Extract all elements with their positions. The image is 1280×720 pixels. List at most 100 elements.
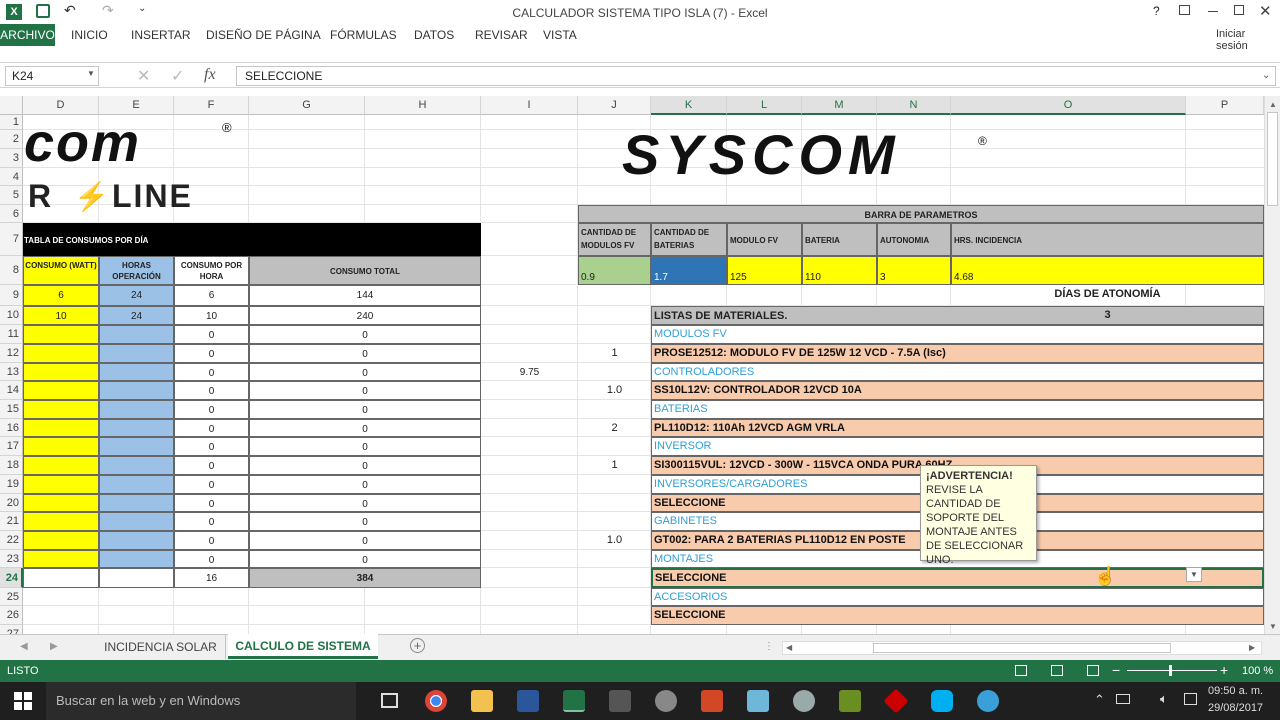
- material-item[interactable]: SELECCIONE: [651, 568, 1264, 588]
- row-header-10[interactable]: 10: [0, 306, 23, 325]
- consumo-cell[interactable]: [23, 381, 99, 400]
- consumo-cell[interactable]: 0: [174, 400, 249, 419]
- material-item[interactable]: PROSE12512: MODULO FV DE 125W 12 VCD - 7…: [651, 344, 1264, 363]
- zoom-in-icon[interactable]: +: [1220, 662, 1228, 678]
- consumo-cell[interactable]: [99, 381, 174, 400]
- consumo-cell[interactable]: [23, 550, 99, 568]
- column-header-o[interactable]: O: [951, 96, 1186, 115]
- row-header-15[interactable]: 15: [0, 400, 23, 419]
- consumo-cell[interactable]: 0: [174, 512, 249, 531]
- name-box[interactable]: K24: [5, 66, 99, 86]
- row-header-20[interactable]: 20: [0, 494, 23, 512]
- scroll-left-icon[interactable]: ◀: [786, 643, 792, 652]
- scroll-up-icon[interactable]: ▲: [1269, 100, 1277, 109]
- material-qty[interactable]: 1.0: [578, 531, 651, 550]
- row-header-14[interactable]: 14: [0, 381, 23, 400]
- zoom-slider[interactable]: [1127, 670, 1217, 671]
- row-header-19[interactable]: 19: [0, 475, 23, 494]
- consumo-cell[interactable]: [23, 494, 99, 512]
- total-empty-cell[interactable]: [99, 568, 174, 588]
- tab-vista[interactable]: VISTA: [543, 28, 577, 42]
- minimize-icon[interactable]: [1208, 11, 1218, 12]
- row-header-6[interactable]: 6: [0, 205, 23, 223]
- consumo-cell[interactable]: 0: [249, 400, 481, 419]
- consumo-cell[interactable]: [23, 531, 99, 550]
- total-hours-cell[interactable]: 16: [174, 568, 249, 588]
- row-header-23[interactable]: 23: [0, 550, 23, 568]
- zoom-level[interactable]: 100 %: [1242, 665, 1273, 677]
- consumo-cell[interactable]: 144: [249, 285, 481, 306]
- column-header-k[interactable]: K: [651, 96, 727, 115]
- consumo-cell[interactable]: 0: [249, 363, 481, 381]
- tab-formulas[interactable]: FÓRMULAS: [330, 28, 397, 42]
- row-header-9[interactable]: 9: [0, 285, 23, 306]
- material-category[interactable]: BATERIAS: [651, 400, 1264, 419]
- consumo-cell[interactable]: [99, 400, 174, 419]
- consumo-cell[interactable]: 0: [174, 494, 249, 512]
- vertical-scrollbar[interactable]: ▲ ▼: [1264, 96, 1280, 634]
- app-icon-1[interactable]: [655, 690, 677, 712]
- consumo-cell[interactable]: 0: [174, 419, 249, 437]
- consumo-cell[interactable]: [23, 400, 99, 419]
- consumo-cell[interactable]: [23, 437, 99, 456]
- consumo-cell[interactable]: 0: [174, 363, 249, 381]
- help-button[interactable]: ?: [1153, 4, 1160, 18]
- consumo-cell[interactable]: [99, 344, 174, 363]
- tab-insertar[interactable]: INSERTAR: [131, 28, 191, 42]
- consumo-cell[interactable]: 0: [174, 381, 249, 400]
- row-header-16[interactable]: 16: [0, 419, 23, 437]
- h13-value[interactable]: 9.75: [481, 363, 578, 381]
- total-label-cell[interactable]: [23, 568, 99, 588]
- row-header-5[interactable]: 5: [0, 186, 23, 205]
- column-header-i[interactable]: I: [481, 96, 578, 115]
- row-header-7[interactable]: 7: [0, 223, 23, 256]
- consumo-cell[interactable]: 0: [249, 494, 481, 512]
- tray-up-icon[interactable]: ⌃: [1094, 692, 1105, 708]
- consumo-cell[interactable]: 0: [174, 437, 249, 456]
- consumo-cell[interactable]: [23, 456, 99, 475]
- consumo-cell[interactable]: 10: [174, 306, 249, 325]
- app-icon-6[interactable]: [977, 690, 999, 712]
- close-icon[interactable]: ✕: [1259, 2, 1272, 20]
- consumo-cell[interactable]: 10: [23, 306, 99, 325]
- row-header-24[interactable]: 24: [0, 568, 23, 588]
- consumo-cell[interactable]: 6: [23, 285, 99, 306]
- sign-in-link[interactable]: Iniciar sesión: [1216, 28, 1280, 52]
- clock-date[interactable]: 29/08/2017: [1208, 702, 1263, 714]
- consumo-cell[interactable]: 0: [174, 550, 249, 568]
- word-icon[interactable]: [517, 690, 539, 712]
- tab-revisar[interactable]: REVISAR: [475, 28, 528, 42]
- tab-inicio[interactable]: INICIO: [71, 28, 108, 42]
- consumo-cell[interactable]: 0: [249, 512, 481, 531]
- params-value-2[interactable]: 125: [727, 256, 802, 285]
- consumo-cell[interactable]: 0: [249, 550, 481, 568]
- column-header-f[interactable]: F: [174, 96, 249, 115]
- notifications-icon[interactable]: [1184, 693, 1197, 705]
- consumo-cell[interactable]: [23, 419, 99, 437]
- row-header-2[interactable]: 2: [0, 130, 23, 149]
- consumo-cell[interactable]: 240: [249, 306, 481, 325]
- consumo-cell[interactable]: [99, 456, 174, 475]
- insert-function-button[interactable]: fx: [204, 66, 216, 84]
- cell-dropdown-button[interactable]: ▼: [1186, 567, 1202, 582]
- consumo-cell[interactable]: [99, 494, 174, 512]
- select-all-corner[interactable]: [0, 96, 23, 115]
- consumo-cell[interactable]: 0: [249, 325, 481, 344]
- task-view-icon[interactable]: [381, 693, 398, 708]
- material-qty[interactable]: 2: [578, 419, 651, 437]
- row-header-8[interactable]: 8: [0, 256, 23, 285]
- consumo-cell[interactable]: [99, 512, 174, 531]
- params-value-0[interactable]: 0.9: [578, 256, 651, 285]
- app-icon-4[interactable]: [839, 690, 861, 712]
- column-header-p[interactable]: P: [1186, 96, 1264, 115]
- scroll-right-icon[interactable]: ▶: [1249, 643, 1255, 652]
- params-value-5[interactable]: 4.68: [951, 256, 1264, 285]
- consumo-cell[interactable]: [99, 419, 174, 437]
- zoom-out-icon[interactable]: −: [1112, 662, 1120, 678]
- row-header-25[interactable]: 25: [0, 588, 23, 606]
- windows-start-icon[interactable]: [14, 692, 32, 710]
- params-value-4[interactable]: 3: [877, 256, 951, 285]
- network-icon[interactable]: [1116, 694, 1130, 704]
- material-qty[interactable]: 1: [578, 456, 651, 475]
- consumo-cell[interactable]: 24: [99, 285, 174, 306]
